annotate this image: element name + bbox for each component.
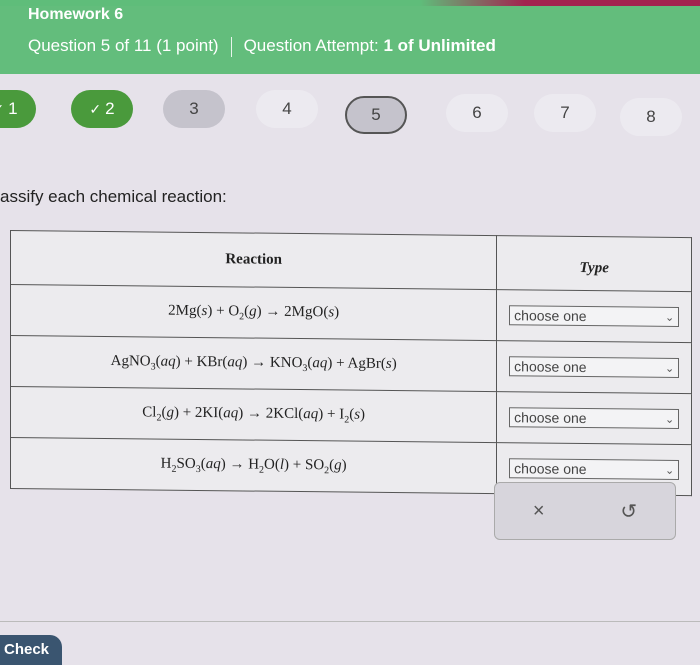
equation-text: 2Mg(s) + O2(g) → 2MgO(s) (168, 302, 340, 322)
top-accent-strip (0, 0, 700, 6)
chevron-down-icon: ⌄ (664, 413, 675, 426)
attempt-label: Question Attempt: (243, 36, 379, 55)
table-row: Cl2(g) + 2KI(aq) → 2KCl(aq) + I2(s) choo… (10, 386, 692, 445)
question-number: 3 (189, 99, 199, 118)
reaction-equation: H2SO3(aq) → H2O(l) + SO2(g) (10, 437, 497, 494)
question-nav-3[interactable]: 3 (163, 90, 225, 128)
table-header-row: Reaction Type (10, 230, 692, 292)
check-button[interactable]: Check (0, 635, 62, 665)
question-info-line: Question 5 of 11 (1 point) Question Attem… (28, 36, 496, 57)
select-value: choose one (514, 409, 587, 427)
clear-icon[interactable]: × (533, 500, 545, 523)
reaction-equation: 2Mg(s) + O2(g) → 2MgO(s) (10, 284, 497, 341)
question-number: 6 (472, 103, 482, 122)
question-nav-4[interactable]: 4 (256, 90, 318, 128)
equation-text: AgNO3(aq) + KBr(aq) → KNO3(aq) + AgBr(s) (110, 352, 397, 374)
reaction-type-select[interactable]: choose one ⌄ (509, 305, 680, 328)
undo-icon[interactable]: ↺ (620, 499, 637, 524)
reaction-column-header: Reaction (10, 230, 497, 290)
answer-actions-panel: × ↺ (494, 482, 676, 540)
reaction-equation: AgNO3(aq) + KBr(aq) → KNO3(aq) + AgBr(s) (10, 335, 497, 392)
reaction-type-select[interactable]: choose one ⌄ (509, 458, 680, 481)
check-icon: ✓ (89, 100, 102, 117)
question-navigation: ✓1 ✓2 3 4 5 6 7 8 (0, 84, 700, 144)
reaction-type-select[interactable]: choose one ⌄ (509, 356, 680, 379)
question-nav-8[interactable]: 8 (620, 98, 682, 136)
question-nav-7[interactable]: 7 (534, 94, 596, 132)
question-nav-6[interactable]: 6 (446, 94, 508, 132)
reaction-equation: Cl2(g) + 2KI(aq) → 2KCl(aq) + I2(s) (10, 386, 497, 443)
check-icon: ✓ (0, 101, 4, 118)
question-number: 5 (371, 105, 381, 124)
reaction-type-select[interactable]: choose one ⌄ (509, 407, 680, 430)
chevron-down-icon: ⌄ (664, 311, 675, 324)
type-cell: choose one ⌄ (496, 391, 692, 445)
assignment-title: Homework 6 (28, 6, 124, 23)
question-number: 8 (646, 107, 656, 126)
question-number: 1 (8, 99, 18, 118)
question-nav-5[interactable]: 5 (345, 96, 407, 134)
type-column-header: Type (496, 235, 692, 292)
equation-text: H2SO3(aq) → H2O(l) + SO2(g) (160, 455, 347, 476)
reaction-table-container: Reaction Type 2Mg(s) + O2(g) → 2MgO(s) c… (10, 230, 692, 497)
chevron-down-icon: ⌄ (664, 362, 675, 375)
select-value: choose one (514, 307, 587, 325)
question-number: 2 (105, 99, 115, 118)
attempt-value: 1 of Unlimited (383, 36, 496, 55)
header-separator (230, 36, 232, 57)
type-cell: choose one ⌄ (496, 340, 692, 394)
footer-divider (0, 621, 700, 622)
question-nav-2[interactable]: ✓ 2 (71, 90, 133, 128)
select-value: choose one (514, 460, 587, 478)
question-nav-1[interactable]: ✓1 (0, 90, 36, 128)
question-number: 4 (282, 99, 292, 118)
question-info: Question 5 of 11 (1 point) (28, 36, 219, 55)
equation-text: Cl2(g) + 2KI(aq) → 2KCl(aq) + I2(s) (142, 403, 366, 426)
reaction-table: Reaction Type 2Mg(s) + O2(g) → 2MgO(s) c… (10, 230, 692, 497)
question-prompt: assify each chemical reaction: (0, 187, 227, 206)
type-cell: choose one ⌄ (496, 289, 692, 343)
select-value: choose one (514, 358, 587, 376)
assignment-header: Homework 6 Question 5 of 11 (1 point) Que… (0, 0, 700, 74)
chevron-down-icon: ⌄ (664, 464, 675, 477)
table-row: AgNO3(aq) + KBr(aq) → KNO3(aq) + AgBr(s)… (10, 335, 692, 394)
question-number: 7 (560, 103, 570, 122)
table-row: 2Mg(s) + O2(g) → 2MgO(s) choose one ⌄ (10, 284, 692, 343)
